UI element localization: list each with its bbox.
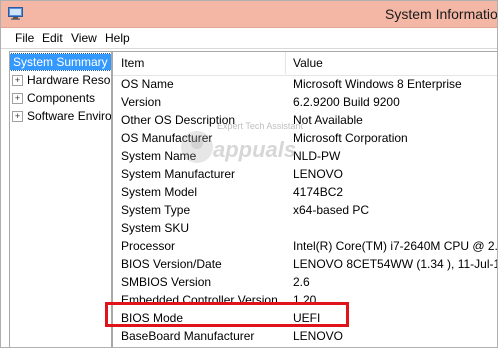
details-list: Item Value OS Name Microsoft Windows 8 En… <box>112 51 498 347</box>
menu-edit[interactable]: Edit <box>42 31 63 45</box>
expand-icon[interactable]: + <box>12 111 23 122</box>
row-value: NLD-PW <box>293 149 341 163</box>
table-row[interactable]: OS Name Microsoft Windows 8 Enterprise <box>113 75 497 93</box>
row-value: LENOVO 8CET54WW (1.34 ), 11-Jul-12 <box>293 257 498 271</box>
tree-item-label: Hardware Resources <box>27 73 111 87</box>
row-item: Embedded Controller Version <box>121 293 278 307</box>
row-value: 1.20 <box>293 293 317 307</box>
row-item: BIOS Version/Date <box>121 257 222 271</box>
table-row[interactable]: Processor Intel(R) Core(TM) i7-2640M CPU … <box>113 237 498 255</box>
table-row[interactable]: System Manufacturer LENOVO <box>113 165 497 183</box>
expand-icon[interactable]: + <box>12 93 23 104</box>
tree-item-system-summary[interactable]: System Summary <box>10 53 111 71</box>
row-item: System Model <box>121 185 198 199</box>
row-item: BaseBoard Manufacturer <box>121 329 255 343</box>
row-item: Other OS Description <box>121 113 236 127</box>
table-row[interactable]: SMBIOS Version 2.6 <box>113 273 497 291</box>
table-row[interactable]: Embedded Controller Version 1.20 <box>113 291 497 309</box>
row-value: Microsoft Corporation <box>293 131 408 145</box>
window-title: System Information <box>385 6 498 22</box>
row-value: UEFI <box>293 311 321 325</box>
system-info-icon <box>8 7 23 20</box>
title-bar[interactable]: System Information <box>1 1 497 28</box>
row-item: System Manufacturer <box>121 167 236 181</box>
menu-divider <box>1 48 497 49</box>
row-item: System SKU <box>121 221 190 235</box>
menu-view[interactable]: View <box>71 31 97 45</box>
menu-help[interactable]: Help <box>105 31 130 45</box>
table-row[interactable]: System SKU <box>113 219 497 237</box>
row-item: BIOS Mode <box>121 311 184 325</box>
table-row[interactable]: BIOS Mode UEFI <box>113 309 497 327</box>
system-information-window: System Information File Edit View Help S… <box>0 0 498 348</box>
table-row[interactable]: System Model 4174BC2 <box>113 183 497 201</box>
tree-item-label: Components <box>27 91 96 105</box>
row-item: System Name <box>121 149 197 163</box>
column-header-value[interactable]: Value <box>293 56 323 70</box>
row-item: OS Manufacturer <box>121 131 213 145</box>
list-header: Item Value <box>113 52 497 76</box>
menu-bar: File Edit View Help <box>1 28 497 48</box>
row-value: 2.6 <box>293 275 310 289</box>
expand-icon[interactable]: + <box>12 75 23 86</box>
row-value: 6.2.9200 Build 9200 <box>293 95 400 109</box>
category-tree[interactable]: System Summary + Hardware Resources + Co… <box>9 51 112 347</box>
row-value: x64-based PC <box>293 203 370 217</box>
table-row[interactable]: BaseBoard Manufacturer LENOVO <box>113 327 497 345</box>
row-value: 4174BC2 <box>293 185 344 199</box>
table-row[interactable]: System Type x64-based PC <box>113 201 497 219</box>
row-item: SMBIOS Version <box>121 275 212 289</box>
table-row[interactable]: Version 6.2.9200 Build 9200 <box>113 93 497 111</box>
row-value: Microsoft Windows 8 Enterprise <box>293 77 462 91</box>
row-value: LENOVO <box>293 329 344 343</box>
column-divider[interactable] <box>285 52 286 74</box>
row-item: System Type <box>121 203 191 217</box>
column-header-item[interactable]: Item <box>121 56 144 70</box>
table-row[interactable]: BIOS Version/Date LENOVO 8CET54WW (1.34 )… <box>113 255 498 273</box>
row-item: Version <box>121 95 162 109</box>
row-item: OS Name <box>121 77 174 91</box>
row-value: Intel(R) Core(TM) i7-2640M CPU @ 2.80GHz <box>293 239 498 253</box>
table-row[interactable]: Other OS Description Not Available <box>113 111 497 129</box>
menu-file[interactable]: File <box>15 31 34 45</box>
table-row[interactable]: System Name NLD-PW <box>113 147 497 165</box>
row-value: Not Available <box>293 113 363 127</box>
row-value: LENOVO <box>293 167 344 181</box>
row-item: Processor <box>121 239 176 253</box>
tree-item-label: Software Environment <box>27 109 112 123</box>
table-row[interactable]: OS Manufacturer Microsoft Corporation <box>113 129 497 147</box>
